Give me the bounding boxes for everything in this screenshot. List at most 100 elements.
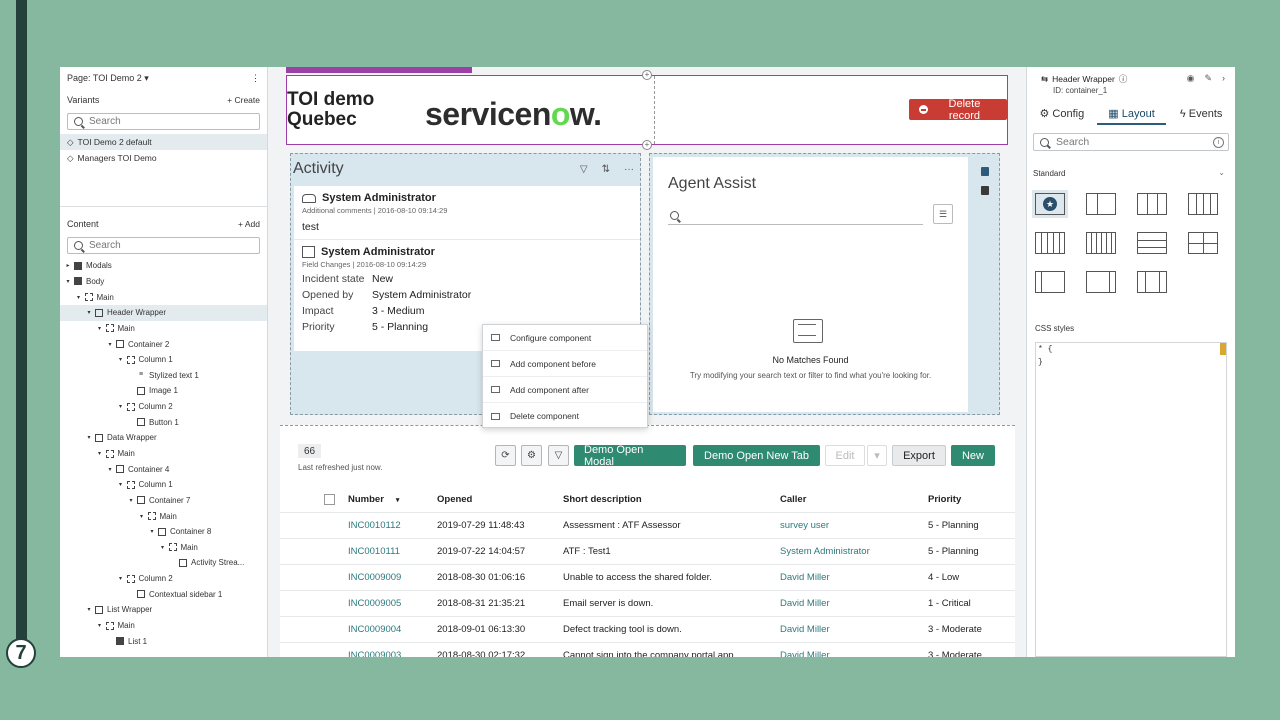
filter-button[interactable]: ▽ <box>548 445 569 466</box>
page-name[interactable]: TOI Demo 2 ▾ <box>93 73 149 83</box>
delete-record-button[interactable]: Delete record <box>909 98 1007 122</box>
tree-item[interactable]: ▾ Header Wrapper <box>60 304 267 321</box>
caret-icon[interactable]: ▾ <box>106 466 114 473</box>
tree-item[interactable]: Button 1 <box>60 414 267 430</box>
layout-6-col[interactable] <box>1086 232 1116 254</box>
select-all-checkbox[interactable] <box>324 494 335 505</box>
caret-icon[interactable]: ▸ <box>64 262 72 269</box>
caret-icon[interactable]: ▾ <box>127 497 135 504</box>
tab-events[interactable]: ϟ Events <box>1166 103 1235 125</box>
header-wrapper-selected[interactable]: TOI demo Quebec servicenow. Delete recor… <box>286 75 1008 145</box>
tree-item[interactable]: ▾ Body <box>60 274 267 290</box>
layout-grid-4[interactable] <box>1188 232 1218 254</box>
caret-icon[interactable]: ▾ <box>64 278 72 285</box>
record-number-link[interactable]: INC0009004 <box>348 624 437 635</box>
tree-item[interactable]: ▾ Container 2 <box>60 336 267 352</box>
record-number-link[interactable]: INC0009003 <box>348 650 437 657</box>
edit-dropdown-button[interactable]: ▾ <box>867 445 887 466</box>
tree-item[interactable]: ▾ Column 1 <box>60 352 267 368</box>
tree-item[interactable]: ≡ Stylized text 1 <box>60 367 267 383</box>
layout-sidebar-right[interactable] <box>1086 271 1116 293</box>
caret-icon[interactable]: ▾ <box>138 513 146 520</box>
sort-icon[interactable]: ⇅ <box>602 164 610 175</box>
tree-item[interactable]: Image 1 <box>60 383 267 399</box>
export-button[interactable]: Export <box>892 445 946 466</box>
layout-rows[interactable] <box>1137 232 1167 254</box>
tree-item[interactable]: ▾ Data Wrapper <box>60 430 267 446</box>
tree-item[interactable]: ▾ Container 8 <box>60 524 267 540</box>
agent-assist-icon[interactable] <box>980 167 989 176</box>
configure-component-item[interactable]: Configure component <box>483 325 647 351</box>
caret-icon[interactable]: ▾ <box>117 481 125 488</box>
table-row[interactable]: INC0010112 2019-07-29 11:48:43 Assessment … <box>280 513 1015 539</box>
variant-item[interactable]: ◇ Managers TOI Demo <box>60 150 267 166</box>
info-icon[interactable]: ⓘ <box>1119 73 1128 85</box>
add-below-handle[interactable]: + <box>642 140 652 150</box>
column-header[interactable]: Opened <box>437 494 563 505</box>
list-wrapper[interactable]: 66 Last refreshed just now. ⟳ ⚙ ▽ Demo O… <box>280 425 1015 657</box>
table-row[interactable]: INC0010111 2019-07-22 14:04:57 ATF : Test1… <box>280 539 1015 565</box>
add-content-button[interactable]: + Add <box>238 219 260 229</box>
agent-filter-icon[interactable]: ☰ <box>933 204 953 224</box>
sort-desc-icon[interactable]: ▾ <box>394 497 400 504</box>
caret-icon[interactable]: ▾ <box>148 528 156 535</box>
variants-search-input[interactable]: Search <box>67 113 260 130</box>
caret-icon[interactable]: ▾ <box>96 450 104 457</box>
tree-item[interactable]: ▾ Main <box>60 289 267 305</box>
record-number-link[interactable]: INC0009009 <box>348 572 437 583</box>
layout-5-col[interactable] <box>1035 232 1065 254</box>
tree-item[interactable]: Activity Strea... <box>60 555 267 571</box>
page-menu-icon[interactable]: ⋮ <box>251 73 260 84</box>
agent-search-input[interactable] <box>668 207 923 225</box>
tree-item[interactable]: ▾ Main <box>60 321 267 337</box>
caret-icon[interactable]: ▾ <box>85 434 93 441</box>
eye-icon[interactable]: ◉ <box>1187 73 1195 84</box>
caller-link[interactable]: David Miller <box>780 650 928 657</box>
table-row[interactable]: INC0009009 2018-08-30 01:06:16 Unable to a… <box>280 565 1015 591</box>
tree-item[interactable]: ▾ Column 2 <box>60 571 267 587</box>
add-after-item[interactable]: Add component after <box>483 377 647 403</box>
column-header[interactable]: Priority <box>928 494 1008 505</box>
caret-icon[interactable]: ▾ <box>96 325 104 332</box>
caret-icon[interactable]: ▾ <box>159 544 167 551</box>
delete-component-item[interactable]: Delete component <box>483 403 647 429</box>
document-icon[interactable] <box>980 186 989 195</box>
caret-icon[interactable]: ▾ <box>117 356 125 363</box>
caller-link[interactable]: System Administrator <box>780 546 928 557</box>
layout-4-col[interactable] <box>1188 193 1218 215</box>
tree-item[interactable]: Contextual sidebar 1 <box>60 586 267 602</box>
record-number-link[interactable]: INC0010111 <box>348 546 437 557</box>
tab-layout[interactable]: ▦ Layout <box>1096 103 1167 125</box>
caret-icon[interactable]: ▾ <box>85 309 93 316</box>
caller-link[interactable]: David Miller <box>780 572 928 583</box>
layout-3-col-wide[interactable] <box>1137 271 1167 293</box>
tree-item[interactable]: ▾ Main <box>60 446 267 462</box>
table-row[interactable]: INC0009003 2018-08-30 02:17:32 Cannot sign… <box>280 643 1015 657</box>
caret-icon[interactable]: ▾ <box>106 341 114 348</box>
edit-button[interactable]: Edit <box>825 445 865 466</box>
caret-icon[interactable]: ▾ <box>96 622 104 629</box>
caret-icon[interactable]: ▾ <box>75 294 83 301</box>
tab-config[interactable]: ⚙ Config <box>1027 103 1097 125</box>
layout-2-col[interactable] <box>1086 193 1116 215</box>
tree-item[interactable]: ▾ Main <box>60 540 267 556</box>
refresh-button[interactable]: ⟳ <box>495 445 516 466</box>
demo-open-new-tab-button[interactable]: Demo Open New Tab <box>693 445 820 466</box>
info-icon[interactable]: i <box>1213 136 1224 148</box>
tree-item[interactable]: ▾ Main <box>60 618 267 634</box>
stylized-text[interactable]: TOI demo Quebec <box>287 90 417 130</box>
tree-item[interactable]: ▾ Main <box>60 508 267 524</box>
caller-link[interactable]: survey user <box>780 520 928 531</box>
column-header[interactable]: Caller <box>780 494 928 505</box>
chevron-down-icon[interactable]: ⌄ <box>1218 168 1225 177</box>
table-row[interactable]: INC0009005 2018-08-31 21:35:21 Email serve… <box>280 591 1015 617</box>
content-search-input[interactable]: Search <box>67 237 260 254</box>
page-selector[interactable]: Page: TOI Demo 2 ▾ ⋮ <box>60 67 267 89</box>
layout-3-col[interactable] <box>1137 193 1167 215</box>
table-row[interactable]: INC0009004 2018-09-01 06:13:30 Defect trac… <box>280 617 1015 643</box>
more-icon[interactable]: ··· <box>624 164 634 175</box>
filter-icon[interactable]: ▽ <box>580 164 588 175</box>
tree-item[interactable]: ▾ List Wrapper <box>60 602 267 618</box>
new-button[interactable]: New <box>951 445 995 466</box>
tree-item[interactable]: ▾ Column 1 <box>60 477 267 493</box>
